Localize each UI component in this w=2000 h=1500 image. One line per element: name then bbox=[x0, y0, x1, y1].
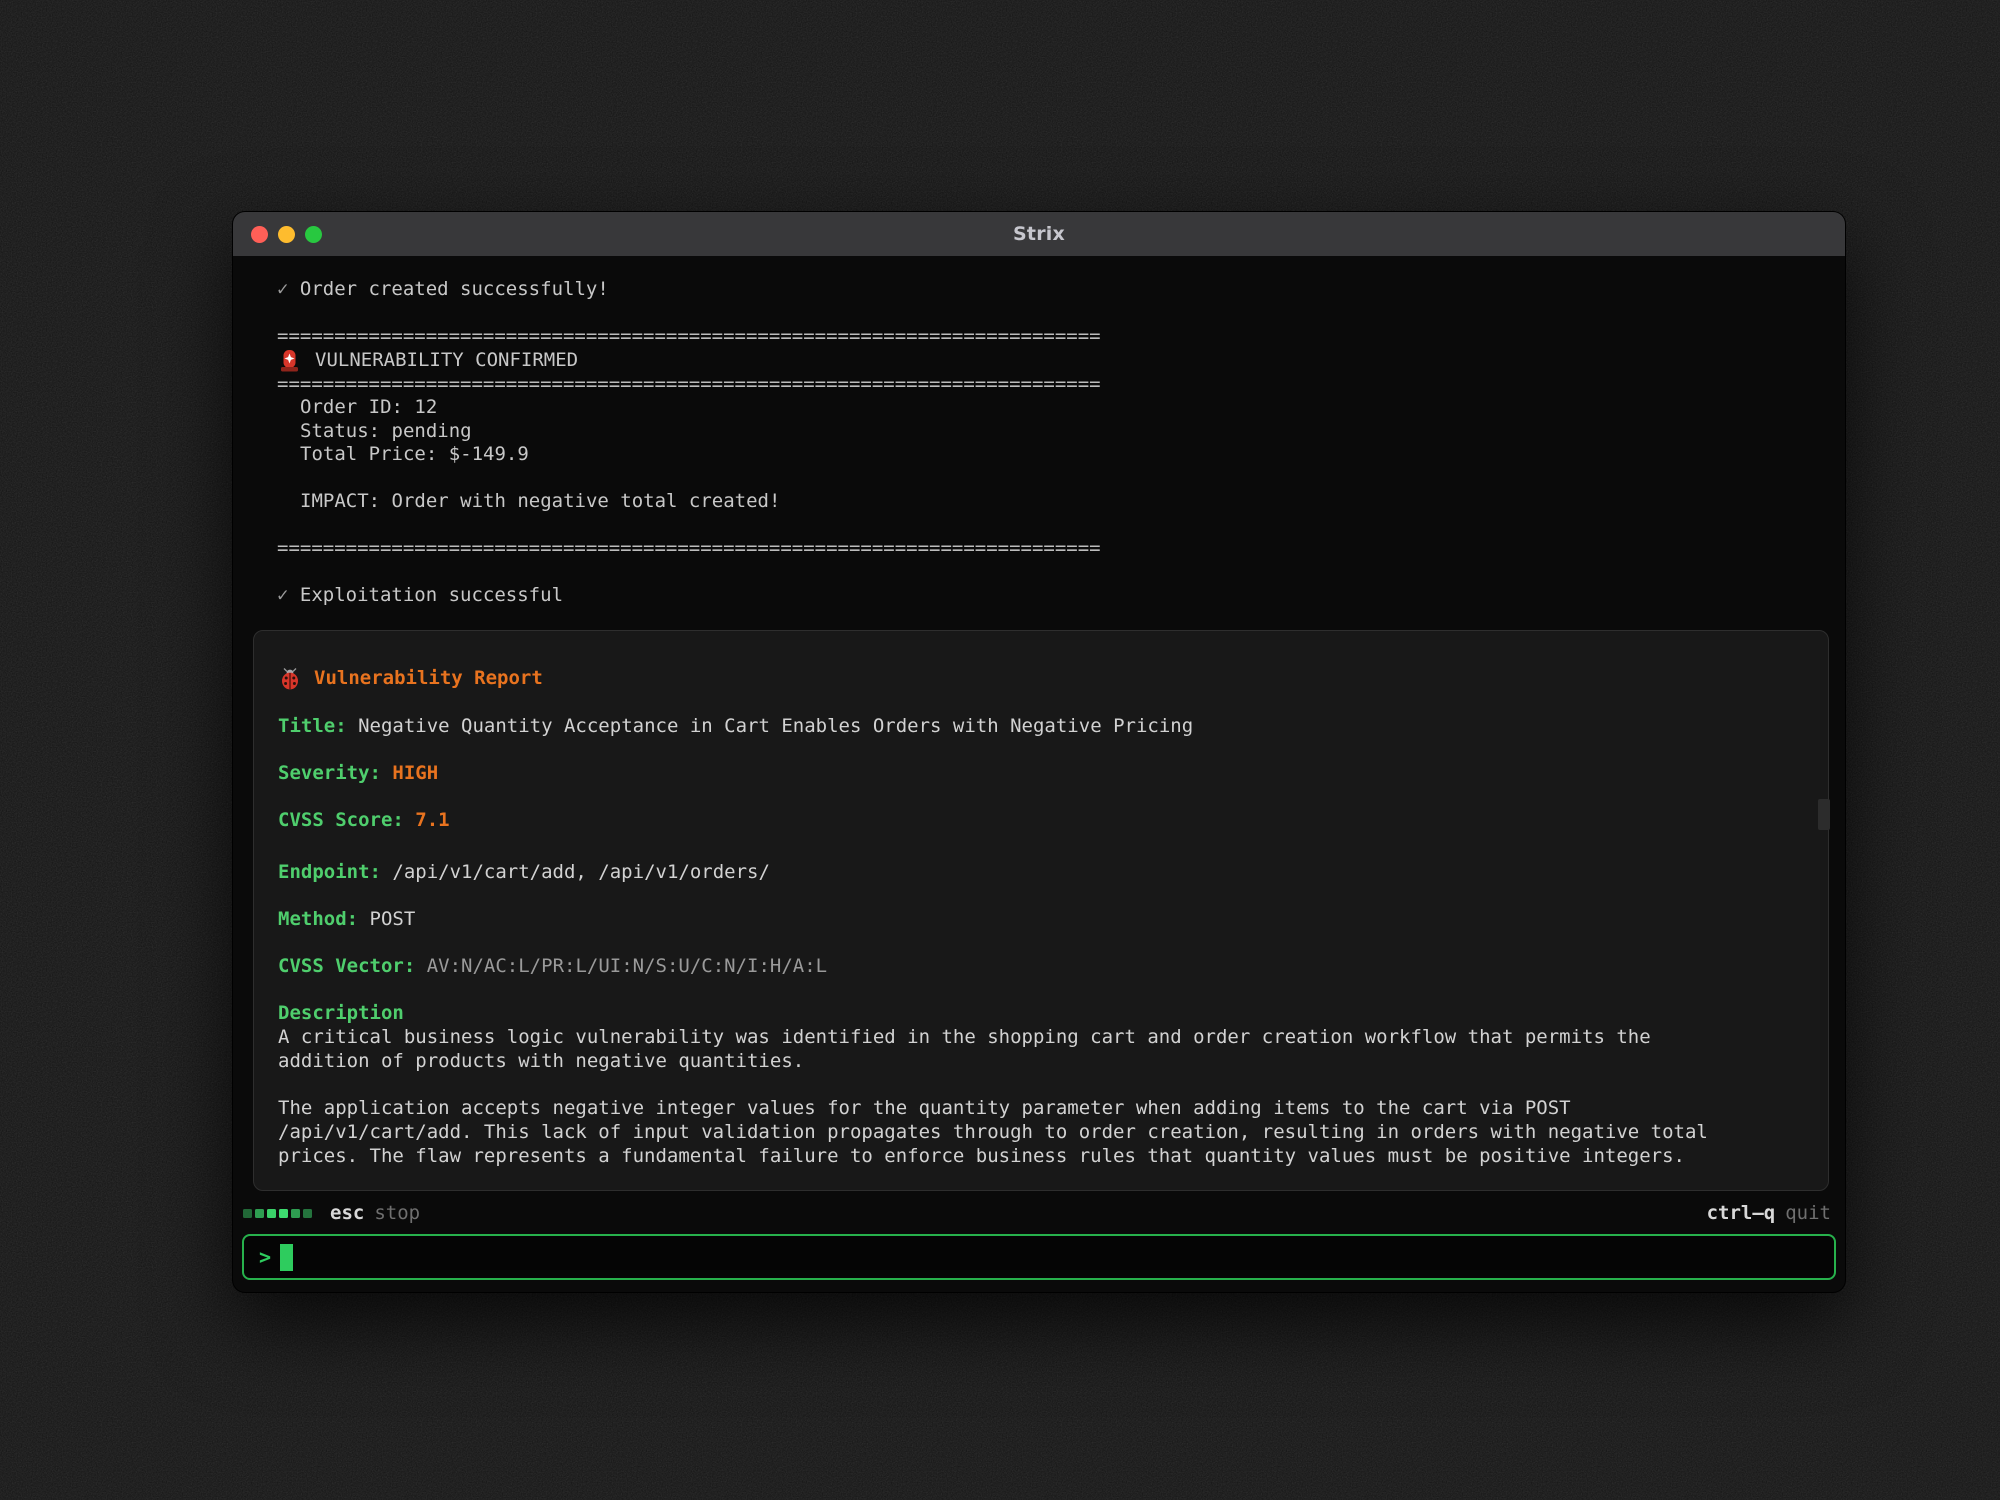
prompt-symbol: > bbox=[259, 1245, 271, 1269]
terminal-output-area[interactable]: ✓ Order created successfully! ==========… bbox=[233, 256, 1845, 1196]
vulnerability-report-panel: Vulnerability Report Title: Negative Qua… bbox=[253, 630, 1829, 1191]
police-light-icon bbox=[277, 349, 301, 373]
separator-line: ========================================… bbox=[233, 537, 1845, 561]
report-field-cvss-score: CVSS Score: 7.1 bbox=[278, 808, 1804, 832]
activity-spinner-icon bbox=[243, 1209, 312, 1218]
order-id-line: Order ID: 12 bbox=[233, 396, 1845, 420]
description-paragraph: A critical business logic vulnerability … bbox=[278, 1025, 1728, 1073]
exploitation-success-line: ✓ Exploitation successful bbox=[233, 584, 1845, 608]
order-status-line: Status: pending bbox=[233, 420, 1845, 444]
report-field-cvss-vector: CVSS Vector: AV:N/AC:L/PR:L/UI:N/S:U/C:N… bbox=[278, 954, 1804, 978]
total-price-line: Total Price: $-149.9 bbox=[233, 443, 1845, 467]
quit-shortcut-key[interactable]: ctrl–q bbox=[1707, 1202, 1776, 1224]
separator-line: ========================================… bbox=[233, 325, 1845, 349]
strix-terminal-window: Strix ✓ Order created successfully! ====… bbox=[233, 212, 1845, 1292]
report-field-severity: Severity: HIGH bbox=[278, 761, 1804, 785]
checkmark-icon: ✓ bbox=[277, 584, 288, 606]
window-titlebar[interactable]: Strix bbox=[233, 212, 1845, 256]
banner-title: VULNERABILITY CONFIRMED bbox=[315, 349, 578, 373]
report-header: Vulnerability Report bbox=[278, 667, 1804, 690]
command-input[interactable]: > bbox=[242, 1234, 1836, 1280]
vulnerability-confirmed-banner: VULNERABILITY CONFIRMED bbox=[233, 349, 1845, 373]
esc-shortcut-key[interactable]: esc bbox=[330, 1202, 364, 1224]
report-field-title: Title: Negative Quantity Acceptance in C… bbox=[278, 714, 1804, 738]
description-paragraph: The application accepts negative integer… bbox=[278, 1096, 1728, 1168]
order-success-line: ✓ Order created successfully! bbox=[233, 278, 1845, 302]
impact-line: IMPACT: Order with negative total create… bbox=[233, 490, 1845, 514]
separator-line: ========================================… bbox=[233, 373, 1845, 397]
window-title: Strix bbox=[233, 223, 1845, 245]
report-title: Vulnerability Report bbox=[314, 667, 543, 689]
checkmark-icon: ✓ bbox=[277, 278, 288, 300]
report-field-endpoint: Endpoint: /api/v1/cart/add, /api/v1/orde… bbox=[278, 860, 1804, 884]
scrollbar-thumb[interactable] bbox=[1818, 799, 1830, 830]
esc-shortcut-action: stop bbox=[374, 1202, 420, 1224]
description-heading: Description bbox=[278, 1001, 1804, 1025]
report-field-method: Method: POST bbox=[278, 907, 1804, 931]
lady-beetle-icon bbox=[278, 667, 302, 690]
quit-shortcut-action: quit bbox=[1785, 1202, 1831, 1224]
text-cursor bbox=[280, 1244, 293, 1271]
status-bar: esc stop ctrl–q quit bbox=[233, 1196, 1845, 1230]
